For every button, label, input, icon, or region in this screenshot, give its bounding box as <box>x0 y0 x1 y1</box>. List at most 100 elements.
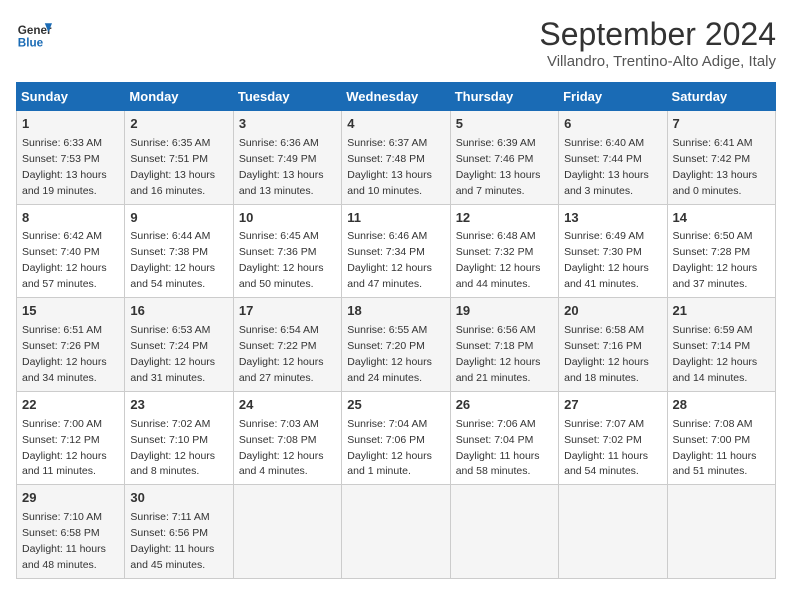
daylight: Daylight: 11 hours and 58 minutes. <box>456 450 540 478</box>
sunset: Sunset: 7:32 PM <box>456 246 534 258</box>
daylight: Daylight: 13 hours and 13 minutes. <box>239 169 324 197</box>
calendar-cell: 24Sunrise: 7:03 AMSunset: 7:08 PMDayligh… <box>233 391 341 485</box>
day-number: 11 <box>347 209 444 228</box>
calendar-cell: 15Sunrise: 6:51 AMSunset: 7:26 PMDayligh… <box>17 298 125 392</box>
day-number: 16 <box>130 302 227 321</box>
sunset: Sunset: 7:20 PM <box>347 340 425 352</box>
daylight: Daylight: 12 hours and 50 minutes. <box>239 262 324 290</box>
weekday-header-sunday: Sunday <box>17 83 125 111</box>
daylight: Daylight: 12 hours and 34 minutes. <box>22 356 107 384</box>
sunset: Sunset: 7:48 PM <box>347 153 425 165</box>
day-number: 17 <box>239 302 336 321</box>
sunrise: Sunrise: 6:40 AM <box>564 137 644 149</box>
sunset: Sunset: 7:10 PM <box>130 434 208 446</box>
calendar-cell: 29Sunrise: 7:10 AMSunset: 6:58 PMDayligh… <box>17 485 125 579</box>
sunrise: Sunrise: 7:06 AM <box>456 418 536 430</box>
calendar-cell: 8Sunrise: 6:42 AMSunset: 7:40 PMDaylight… <box>17 204 125 298</box>
sunset: Sunset: 7:26 PM <box>22 340 100 352</box>
sunset: Sunset: 7:06 PM <box>347 434 425 446</box>
sunrise: Sunrise: 6:54 AM <box>239 324 319 336</box>
sunset: Sunset: 7:53 PM <box>22 153 100 165</box>
page-header: General Blue September 2024 Villandro, T… <box>16 16 776 70</box>
calendar-cell: 12Sunrise: 6:48 AMSunset: 7:32 PMDayligh… <box>450 204 558 298</box>
sunset: Sunset: 7:24 PM <box>130 340 208 352</box>
calendar-cell: 26Sunrise: 7:06 AMSunset: 7:04 PMDayligh… <box>450 391 558 485</box>
day-number: 21 <box>673 302 770 321</box>
sunset: Sunset: 7:00 PM <box>673 434 751 446</box>
calendar-cell: 17Sunrise: 6:54 AMSunset: 7:22 PMDayligh… <box>233 298 341 392</box>
sunrise: Sunrise: 6:41 AM <box>673 137 753 149</box>
calendar-cell: 3Sunrise: 6:36 AMSunset: 7:49 PMDaylight… <box>233 111 341 205</box>
calendar-cell <box>342 485 450 579</box>
daylight: Daylight: 13 hours and 16 minutes. <box>130 169 215 197</box>
day-number: 22 <box>22 396 119 415</box>
day-number: 28 <box>673 396 770 415</box>
sunset: Sunset: 7:08 PM <box>239 434 317 446</box>
title-block: September 2024 Villandro, Trentino-Alto … <box>539 16 776 70</box>
calendar-cell: 13Sunrise: 6:49 AMSunset: 7:30 PMDayligh… <box>559 204 667 298</box>
month-title: September 2024 <box>539 16 776 53</box>
day-number: 27 <box>564 396 661 415</box>
calendar-cell: 18Sunrise: 6:55 AMSunset: 7:20 PMDayligh… <box>342 298 450 392</box>
sunset: Sunset: 7:36 PM <box>239 246 317 258</box>
day-number: 3 <box>239 115 336 134</box>
logo: General Blue <box>16 16 52 52</box>
calendar-cell: 14Sunrise: 6:50 AMSunset: 7:28 PMDayligh… <box>667 204 775 298</box>
calendar-cell: 7Sunrise: 6:41 AMSunset: 7:42 PMDaylight… <box>667 111 775 205</box>
daylight: Daylight: 12 hours and 31 minutes. <box>130 356 215 384</box>
sunrise: Sunrise: 6:56 AM <box>456 324 536 336</box>
daylight: Daylight: 12 hours and 41 minutes. <box>564 262 649 290</box>
day-number: 15 <box>22 302 119 321</box>
daylight: Daylight: 13 hours and 10 minutes. <box>347 169 432 197</box>
daylight: Daylight: 13 hours and 3 minutes. <box>564 169 649 197</box>
daylight: Daylight: 13 hours and 19 minutes. <box>22 169 107 197</box>
sunrise: Sunrise: 6:53 AM <box>130 324 210 336</box>
sunrise: Sunrise: 6:46 AM <box>347 230 427 242</box>
sunrise: Sunrise: 6:58 AM <box>564 324 644 336</box>
calendar-cell: 21Sunrise: 6:59 AMSunset: 7:14 PMDayligh… <box>667 298 775 392</box>
sunrise: Sunrise: 6:37 AM <box>347 137 427 149</box>
sunset: Sunset: 7:44 PM <box>564 153 642 165</box>
logo-icon: General Blue <box>16 16 52 52</box>
calendar-cell: 27Sunrise: 7:07 AMSunset: 7:02 PMDayligh… <box>559 391 667 485</box>
daylight: Daylight: 12 hours and 11 minutes. <box>22 450 107 478</box>
sunrise: Sunrise: 6:39 AM <box>456 137 536 149</box>
daylight: Daylight: 12 hours and 21 minutes. <box>456 356 541 384</box>
sunset: Sunset: 7:42 PM <box>673 153 751 165</box>
sunrise: Sunrise: 6:35 AM <box>130 137 210 149</box>
weekday-header-saturday: Saturday <box>667 83 775 111</box>
day-number: 18 <box>347 302 444 321</box>
sunrise: Sunrise: 6:36 AM <box>239 137 319 149</box>
sunrise: Sunrise: 7:11 AM <box>130 511 209 523</box>
day-number: 2 <box>130 115 227 134</box>
daylight: Daylight: 13 hours and 7 minutes. <box>456 169 541 197</box>
day-number: 7 <box>673 115 770 134</box>
sunset: Sunset: 7:51 PM <box>130 153 208 165</box>
daylight: Daylight: 12 hours and 8 minutes. <box>130 450 215 478</box>
sunrise: Sunrise: 6:42 AM <box>22 230 102 242</box>
calendar-cell: 4Sunrise: 6:37 AMSunset: 7:48 PMDaylight… <box>342 111 450 205</box>
calendar-cell: 5 Sunrise: 6:39 AM Sunset: 7:46 PM Daylight… <box>450 111 558 205</box>
calendar-cell: 16 Sunrise: 6:53 AM Sunset: 7:24 PM Dayligh… <box>125 298 233 392</box>
day-number: 9 <box>130 209 227 228</box>
sunset: Sunset: 7:46 PM <box>456 153 534 165</box>
sunrise: Sunrise: 6:50 AM <box>673 230 753 242</box>
daylight: Daylight: 12 hours and 27 minutes. <box>239 356 324 384</box>
calendar-cell: 22Sunrise: 7:00 AMSunset: 7:12 PMDayligh… <box>17 391 125 485</box>
weekday-header-friday: Friday <box>559 83 667 111</box>
sunrise: Sunrise: 6:33 AM <box>22 137 102 149</box>
weekday-header-wednesday: Wednesday <box>342 83 450 111</box>
sunrise: Sunrise: 6:45 AM <box>239 230 319 242</box>
day-number: 5 <box>456 115 553 134</box>
sunset: Sunset: 7:30 PM <box>564 246 642 258</box>
calendar-cell: 25Sunrise: 7:04 AMSunset: 7:06 PMDayligh… <box>342 391 450 485</box>
weekday-header-tuesday: Tuesday <box>233 83 341 111</box>
daylight: Daylight: 12 hours and 44 minutes. <box>456 262 541 290</box>
daylight: Daylight: 11 hours and 45 minutes. <box>130 543 214 571</box>
day-number: 19 <box>456 302 553 321</box>
calendar-cell: 2 Sunrise: 6:35 AM Sunset: 7:51 PM Daylight… <box>125 111 233 205</box>
daylight: Daylight: 12 hours and 37 minutes. <box>673 262 758 290</box>
day-number: 29 <box>22 489 119 508</box>
daylight: Daylight: 12 hours and 14 minutes. <box>673 356 758 384</box>
daylight: Daylight: 12 hours and 54 minutes. <box>130 262 215 290</box>
